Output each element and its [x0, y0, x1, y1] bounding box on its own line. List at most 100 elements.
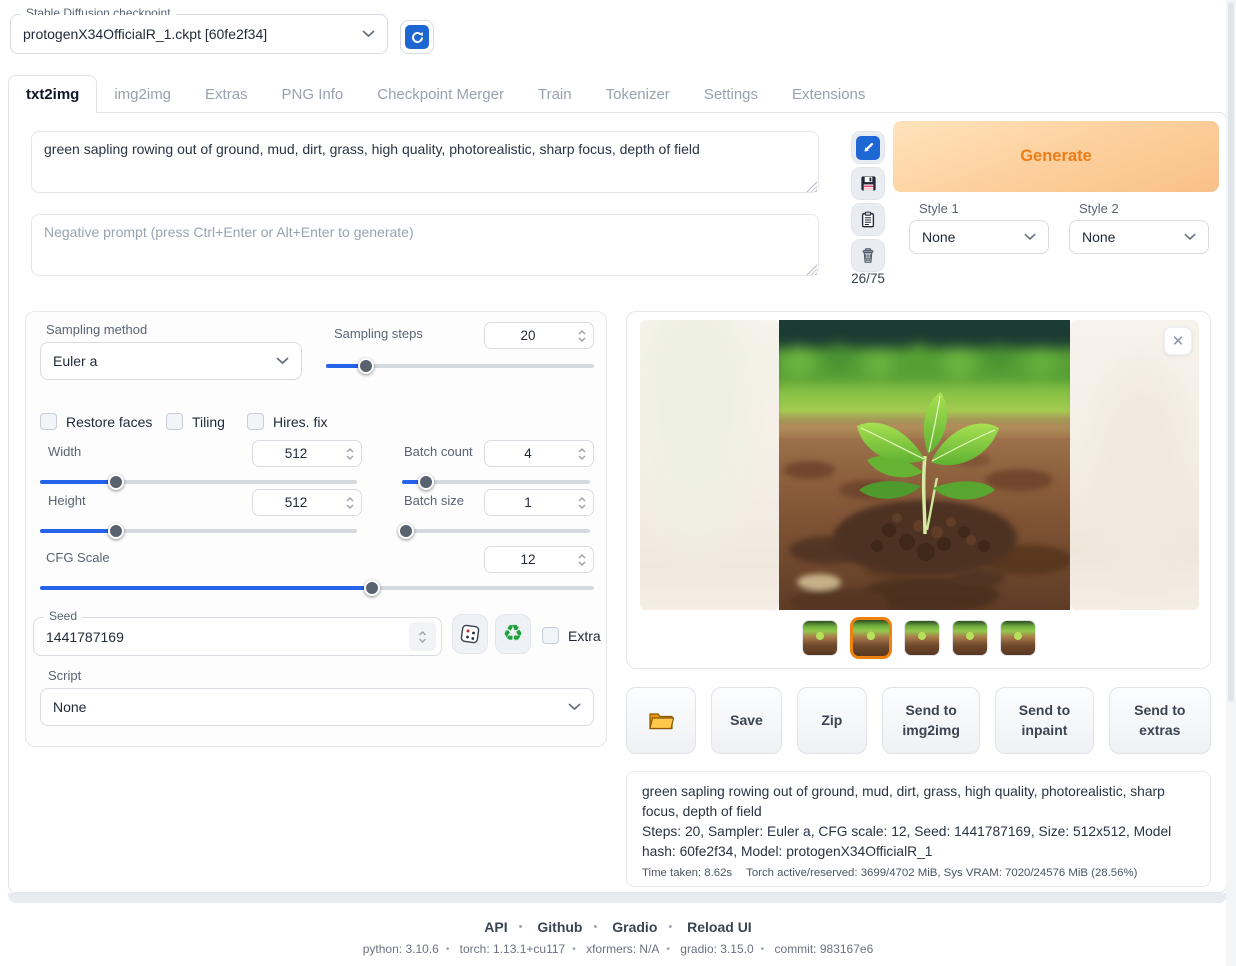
- thumbnail-4[interactable]: [952, 620, 988, 656]
- restore-faces-label: Restore faces: [66, 414, 152, 430]
- tiling-checkbox[interactable]: Tiling: [166, 413, 225, 430]
- send-to-inpaint-button[interactable]: Send to inpaint: [995, 687, 1093, 754]
- stepper-arrows[interactable]: [571, 547, 593, 572]
- tab-tokenizer[interactable]: Tokenizer: [589, 77, 687, 113]
- batch-size-slider[interactable]: [402, 523, 590, 539]
- extra-label: Extra: [568, 628, 601, 644]
- github-link[interactable]: Github: [537, 919, 582, 935]
- thumbnail-3[interactable]: [904, 620, 940, 656]
- save-button[interactable]: Save: [711, 687, 781, 754]
- sampling-steps-value: 20: [485, 328, 571, 343]
- thumbnail-2-selected[interactable]: [850, 617, 892, 659]
- trash-icon: [859, 246, 877, 265]
- checkbox[interactable]: [247, 413, 264, 430]
- seed-field[interactable]: Seed 1441787169: [33, 617, 442, 656]
- gradio-link[interactable]: Gradio: [612, 919, 657, 935]
- hires-fix-checkbox[interactable]: Hires. fix: [247, 413, 327, 430]
- stepper-arrows[interactable]: [571, 323, 593, 348]
- tab-bar: txt2img img2img Extras PNG Info Checkpoi…: [8, 75, 882, 113]
- tab-extensions[interactable]: Extensions: [775, 77, 882, 113]
- batch-count-label: Batch count: [404, 444, 473, 459]
- generated-image[interactable]: [779, 320, 1070, 610]
- style2-value: None: [1082, 229, 1115, 245]
- separator: •: [761, 944, 765, 955]
- generation-info: green sapling rowing out of ground, mud,…: [626, 771, 1211, 887]
- save-style-button[interactable]: [851, 167, 885, 200]
- script-select[interactable]: None: [40, 688, 594, 726]
- stepper-arrows[interactable]: [339, 490, 361, 515]
- footer-versions: python: 3.10.6• torch: 1.13.1+cu117• xfo…: [0, 942, 1236, 956]
- read-params-button[interactable]: [851, 131, 885, 164]
- stepper-arrows[interactable]: [409, 622, 436, 651]
- output-gallery: ✕: [626, 311, 1211, 669]
- checkbox[interactable]: [166, 413, 183, 430]
- random-seed-button[interactable]: [452, 614, 488, 654]
- separator: •: [668, 921, 672, 933]
- style1-select[interactable]: None: [909, 220, 1049, 254]
- sampling-steps-input[interactable]: 20: [484, 322, 594, 349]
- checkbox[interactable]: [40, 413, 57, 430]
- width-slider[interactable]: [40, 474, 357, 490]
- info-performance: Time taken: 8.62sTorch active/reserved: …: [642, 867, 1195, 879]
- batch-size-value: 1: [485, 495, 571, 510]
- batch-count-input[interactable]: 4: [484, 440, 594, 467]
- close-gallery-button[interactable]: ✕: [1164, 327, 1192, 355]
- scrollbar[interactable]: [1226, 0, 1236, 966]
- scrollbar-thumb[interactable]: [1228, 2, 1234, 702]
- batch-count-slider[interactable]: [402, 474, 590, 490]
- restore-faces-checkbox[interactable]: Restore faces: [40, 413, 152, 430]
- batch-size-input[interactable]: 1: [484, 489, 594, 516]
- send-to-extras-button[interactable]: Send to extras: [1109, 687, 1211, 754]
- stepper-arrows[interactable]: [339, 441, 361, 466]
- tab-settings[interactable]: Settings: [687, 77, 775, 113]
- zip-button[interactable]: Zip: [797, 687, 867, 754]
- generate-button[interactable]: Generate: [893, 121, 1219, 192]
- tab-png-info[interactable]: PNG Info: [265, 77, 361, 113]
- thumbnail-1[interactable]: [802, 620, 838, 656]
- tab-checkpoint-merger[interactable]: Checkpoint Merger: [360, 77, 521, 113]
- batch-size-label: Batch size: [404, 493, 464, 508]
- torch-version: torch: 1.13.1+cu117: [460, 942, 566, 956]
- cfg-scale-input[interactable]: 12: [484, 546, 594, 573]
- stepper-arrows[interactable]: [571, 490, 593, 515]
- tab-extras[interactable]: Extras: [188, 77, 265, 113]
- time-taken: Time taken: 8.62s: [642, 867, 732, 879]
- apply-style-button[interactable]: [851, 203, 885, 236]
- refresh-checkpoint-button[interactable]: [400, 20, 434, 54]
- tab-txt2img[interactable]: txt2img: [8, 75, 97, 113]
- height-input[interactable]: 512: [252, 489, 362, 516]
- checkpoint-select[interactable]: protogenX34OfficialR_1.ckpt [60fe2f34]: [11, 15, 387, 53]
- prompt-input[interactable]: green sapling rowing out of ground, mud,…: [31, 131, 819, 193]
- extra-seed-checkbox[interactable]: Extra: [542, 627, 601, 644]
- chevron-down-icon: [1024, 233, 1036, 241]
- width-input[interactable]: 512: [252, 440, 362, 467]
- chevron-down-icon: [568, 703, 581, 711]
- sampling-steps-label: Sampling steps: [334, 326, 423, 341]
- clear-prompt-button[interactable]: [851, 239, 885, 272]
- checkbox[interactable]: [542, 627, 559, 644]
- checkpoint-value: protogenX34OfficialR_1.ckpt [60fe2f34]: [23, 26, 267, 42]
- tab-img2img[interactable]: img2img: [97, 77, 188, 113]
- thumbnail-5[interactable]: [1000, 620, 1036, 656]
- xformers-version: xformers: N/A: [586, 942, 659, 956]
- reload-ui-link[interactable]: Reload UI: [687, 919, 752, 935]
- separator: •: [666, 944, 670, 955]
- height-slider[interactable]: [40, 523, 357, 539]
- seed-value: 1441787169: [34, 629, 409, 645]
- reuse-seed-button[interactable]: ♻: [495, 614, 531, 654]
- stepper-arrows[interactable]: [571, 441, 593, 466]
- commit-hash: commit: 983167e6: [775, 942, 874, 956]
- tab-train[interactable]: Train: [521, 77, 589, 113]
- send-to-img2img-button[interactable]: Send to img2img: [882, 687, 980, 754]
- sampling-steps-slider[interactable]: [326, 358, 594, 374]
- open-folder-button[interactable]: [626, 687, 696, 754]
- sampling-method-select[interactable]: Euler a: [40, 342, 302, 380]
- style2-select[interactable]: None: [1069, 220, 1209, 254]
- token-counter: 26/75: [845, 271, 891, 286]
- negative-prompt-input[interactable]: [31, 214, 819, 276]
- api-link[interactable]: API: [484, 919, 507, 935]
- footer-links: API• Github• Gradio• Reload UI: [0, 919, 1236, 935]
- cfg-scale-slider[interactable]: [40, 580, 594, 596]
- thumbnail-strip: [627, 612, 1210, 664]
- folder-icon: [648, 710, 674, 731]
